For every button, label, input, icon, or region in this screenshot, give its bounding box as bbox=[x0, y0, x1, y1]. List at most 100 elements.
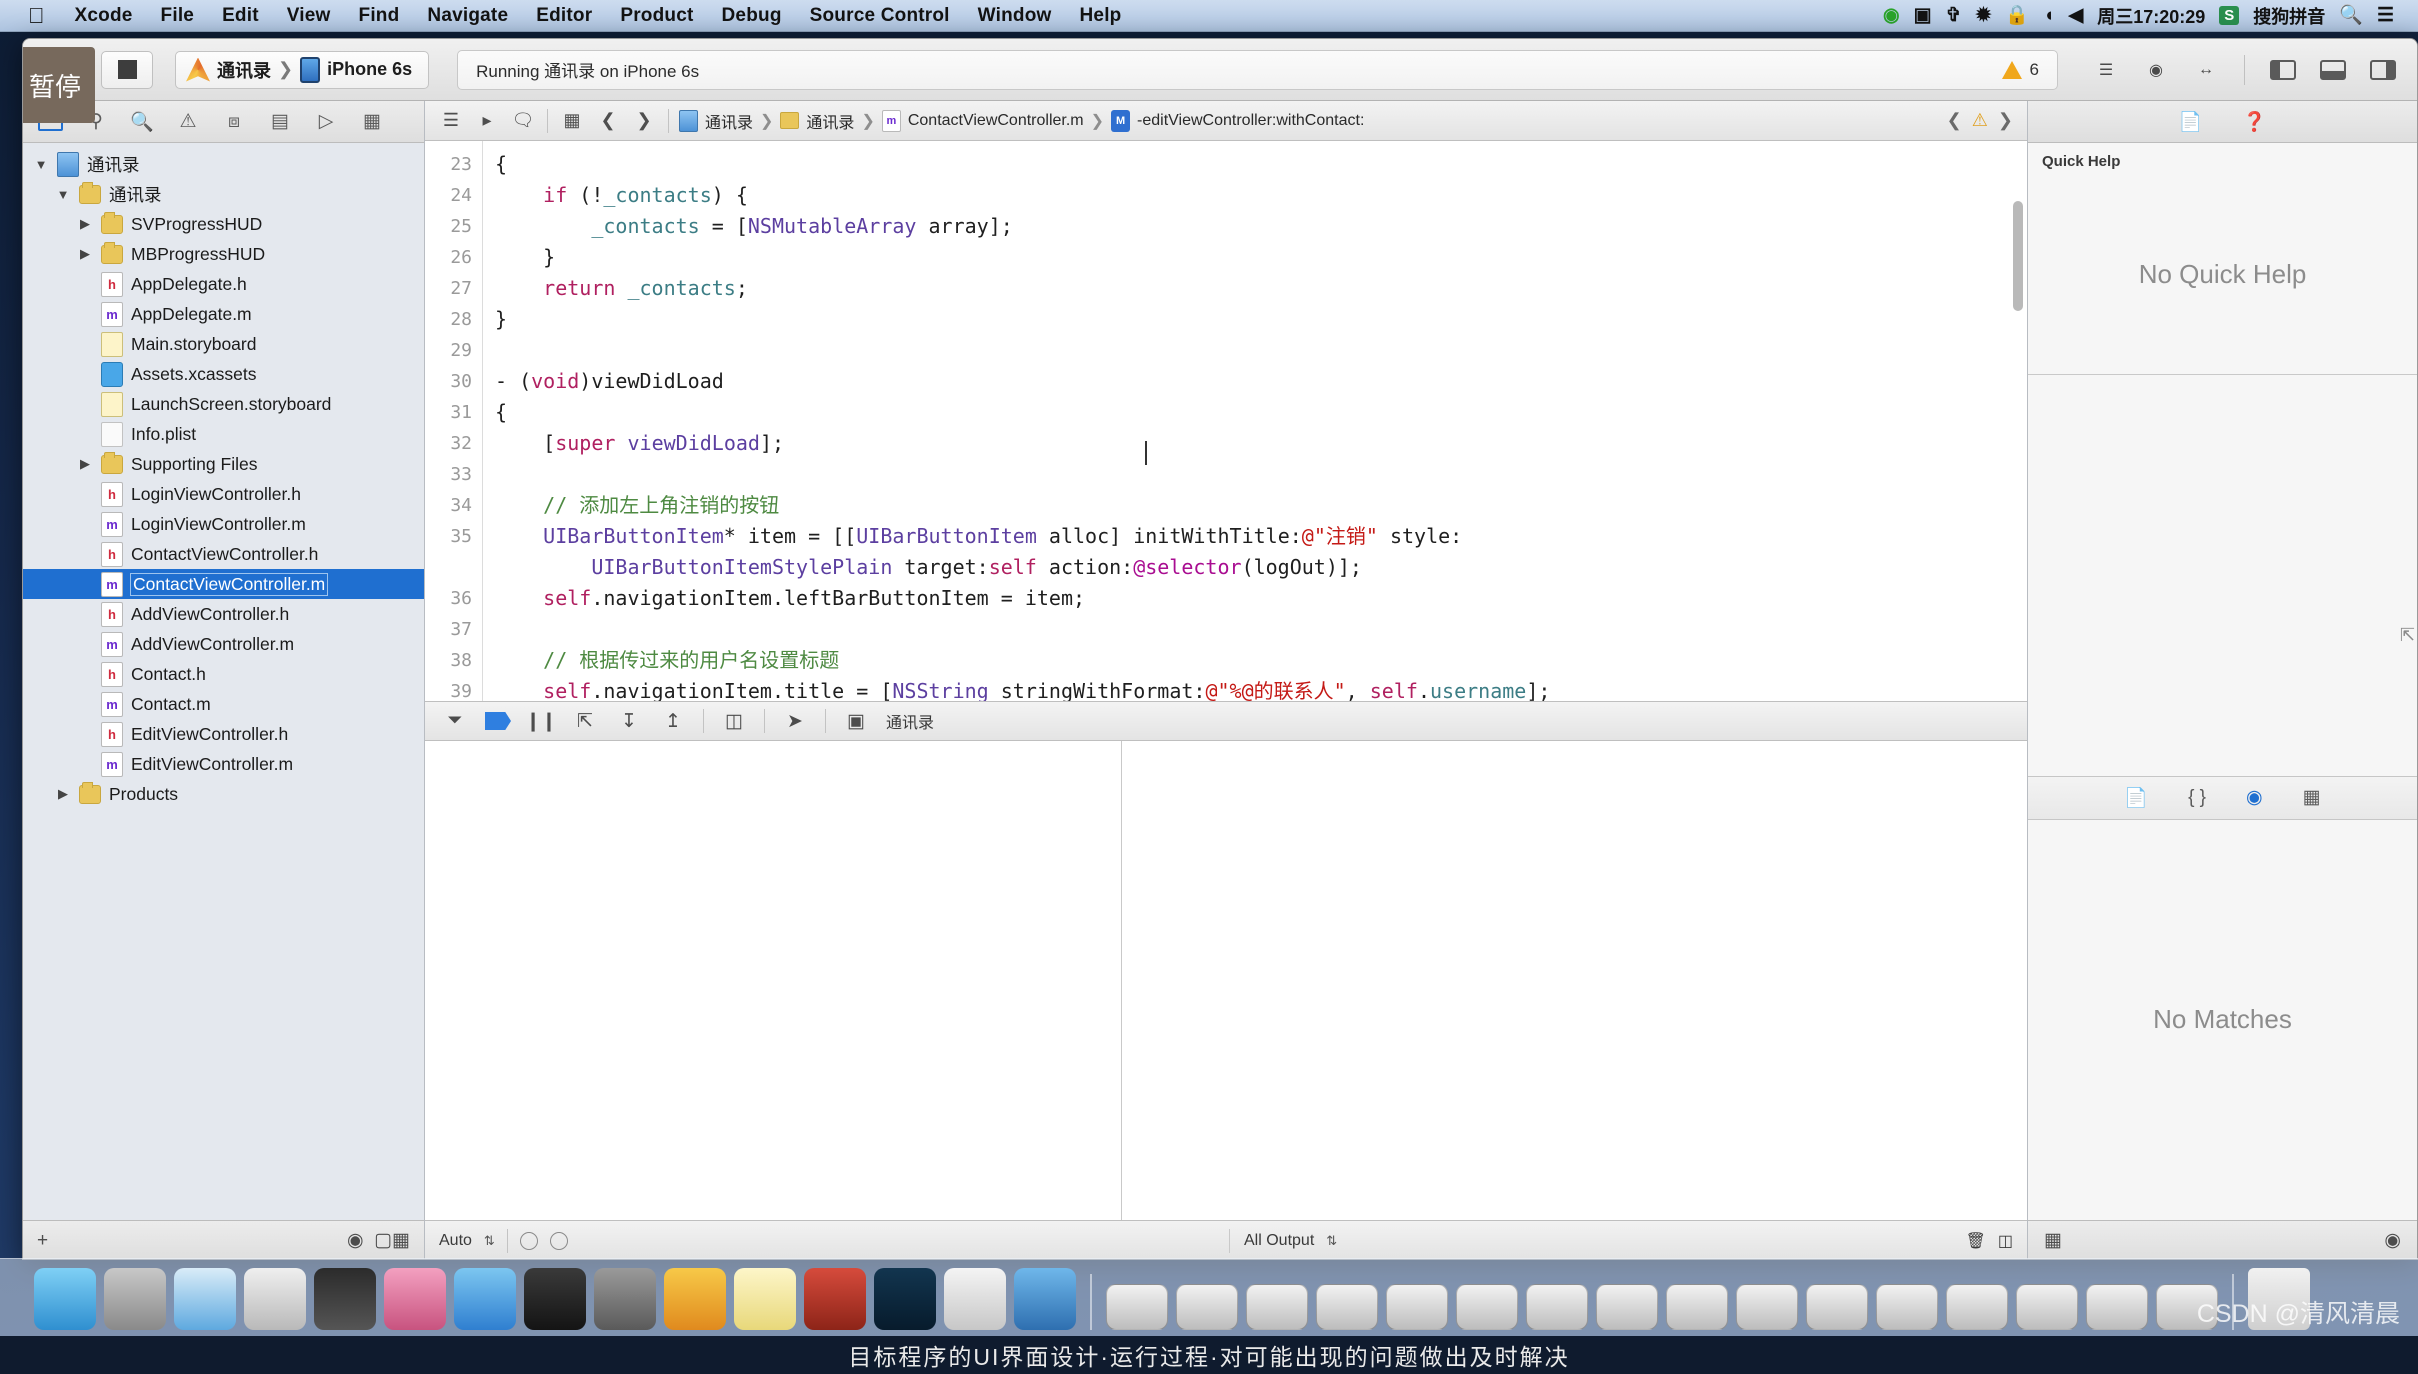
code-line[interactable]: self.navigationItem.title = [NSString st… bbox=[495, 676, 2027, 701]
screen-record-icon[interactable]: ▣ bbox=[1914, 6, 1932, 25]
file-tree-row[interactable]: h AddViewController.h bbox=[23, 599, 424, 629]
stop-button[interactable] bbox=[101, 50, 153, 89]
code-line[interactable]: [super viewDidLoad]; bbox=[495, 428, 2027, 459]
next-issue-icon[interactable]: ❯ bbox=[1998, 110, 2013, 131]
editor-scrollbar[interactable] bbox=[2013, 201, 2023, 311]
tab-issue-navigator[interactable]: ⚠ bbox=[165, 102, 211, 142]
menu-clock[interactable]: 周三17:20:29 bbox=[2097, 3, 2205, 29]
next-file-icon[interactable]: ❯ bbox=[626, 102, 662, 140]
file-tree-row[interactable]: h LoginViewController.h bbox=[23, 479, 424, 509]
tab-code-snippet-library[interactable]: { } bbox=[2188, 787, 2206, 809]
dock-item-preview[interactable] bbox=[944, 1268, 1006, 1330]
file-tree-row[interactable]: ▶ Supporting Files bbox=[23, 449, 424, 479]
code-line[interactable]: // 根据传过来的用户名设置标题 bbox=[495, 645, 2027, 676]
library-grid-icon[interactable]: ▦ bbox=[2044, 1229, 2062, 1252]
code-line[interactable]: - (void)viewDidLoad bbox=[495, 366, 2027, 397]
spotlight-search-icon[interactable]: 🔍 bbox=[2339, 6, 2363, 25]
input-method-label[interactable]: 搜狗拼音 bbox=[2253, 3, 2325, 29]
warning-badge[interactable]: 6 bbox=[1992, 56, 2049, 84]
file-tree-row[interactable]: ▶ SVProgressHUD bbox=[23, 209, 424, 239]
code-line[interactable]: UIBarButtonItemStylePlain target:self ac… bbox=[495, 552, 2027, 583]
project-file-tree[interactable]: ▼ 通讯录 ▼ 通讯录 ▶ SVProgressHUD ▶ MBProgressHUD h App… bbox=[23, 143, 424, 1220]
menu-item-edit[interactable]: Edit bbox=[208, 5, 273, 27]
dock-minimized-window[interactable] bbox=[1596, 1284, 1658, 1330]
file-tree-row[interactable]: ▶ Products bbox=[23, 779, 424, 809]
menu-item-source-control[interactable]: Source Control bbox=[796, 5, 964, 27]
console-view[interactable] bbox=[1122, 741, 2027, 1220]
dock-minimized-window[interactable] bbox=[1876, 1284, 1938, 1330]
location-simulate-icon[interactable]: ➤ bbox=[781, 708, 809, 734]
file-tree-row[interactable]: m ContactViewController.m bbox=[23, 569, 424, 599]
hide-debug-area-icon[interactable]: ⏷ bbox=[441, 708, 469, 734]
disclosure-triangle-icon[interactable]: ▶ bbox=[77, 456, 93, 472]
step-over-icon[interactable]: ⇱ bbox=[571, 708, 599, 734]
grid-toggle-icon[interactable]: ▦ bbox=[554, 102, 590, 140]
menu-item-product[interactable]: Product bbox=[606, 5, 707, 27]
file-tree-row[interactable]: m AppDelegate.m bbox=[23, 299, 424, 329]
tab-media-library[interactable]: ▦ bbox=[2303, 786, 2321, 809]
variable-scope-stepper[interactable]: ⇅ bbox=[484, 1233, 495, 1249]
navigator-filter-options[interactable]: ◉ ▢▦ bbox=[347, 1229, 410, 1252]
dock-minimized-window[interactable] bbox=[1526, 1284, 1588, 1330]
file-tree-row[interactable]: h EditViewController.h bbox=[23, 719, 424, 749]
code-line[interactable]: { bbox=[495, 397, 2027, 428]
previous-issue-icon[interactable]: ❮ bbox=[1947, 110, 1962, 131]
breadcrumb-group[interactable]: 通讯录 bbox=[776, 109, 858, 133]
menu-item-window[interactable]: Window bbox=[964, 5, 1066, 27]
file-tree-row[interactable]: h ContactViewController.h bbox=[23, 539, 424, 569]
code-line[interactable]: if (!_contacts) { bbox=[495, 180, 2027, 211]
flash-icon[interactable]: ◉ bbox=[1883, 6, 1900, 25]
dock-minimized-window[interactable] bbox=[1736, 1284, 1798, 1330]
bluetooth-icon[interactable]: ✹ bbox=[1976, 6, 1992, 25]
tab-test-navigator[interactable]: ⧈ bbox=[211, 102, 257, 142]
previous-file-icon[interactable]: ❮ bbox=[590, 102, 626, 140]
disclosure-triangle-icon[interactable]: ▶ bbox=[77, 246, 93, 262]
dock-item-dictionary[interactable] bbox=[804, 1268, 866, 1330]
dock-minimized-window[interactable] bbox=[1106, 1284, 1168, 1330]
disclosure-triangle-icon[interactable]: ▼ bbox=[55, 187, 71, 202]
file-tree-row[interactable]: m EditViewController.m bbox=[23, 749, 424, 779]
breadcrumb-method[interactable]: M -editViewController:withContact: bbox=[1107, 109, 1368, 132]
dock-item-terminal[interactable] bbox=[524, 1268, 586, 1330]
dock-minimized-window[interactable] bbox=[2016, 1284, 2078, 1330]
menu-item-navigate[interactable]: Navigate bbox=[413, 5, 522, 27]
step-out-icon[interactable]: ↥ bbox=[659, 708, 687, 734]
file-tree-row[interactable]: Assets.xcassets bbox=[23, 359, 424, 389]
file-tree-row[interactable]: Info.plist bbox=[23, 419, 424, 449]
code-line[interactable]: // 添加左上角注销的按钮 bbox=[495, 490, 2027, 521]
tab-find-navigator[interactable]: 🔍 bbox=[119, 102, 165, 142]
wifi-icon[interactable]: ◖ bbox=[2043, 6, 2054, 25]
step-into-icon[interactable]: ↧ bbox=[615, 708, 643, 734]
assistant-editor-button[interactable]: ◉ bbox=[2136, 54, 2176, 86]
file-tree-row[interactable]: h Contact.h bbox=[23, 659, 424, 689]
code-line[interactable] bbox=[495, 459, 2027, 490]
file-tree-row[interactable]: h AppDelegate.h bbox=[23, 269, 424, 299]
tab-file-inspector[interactable]: 📄 bbox=[2179, 110, 2203, 134]
file-tree-row[interactable]: Main.storyboard bbox=[23, 329, 424, 359]
variable-scope-label[interactable]: Auto bbox=[439, 1232, 472, 1250]
disclosure-triangle-icon[interactable]: ▶ bbox=[55, 786, 71, 802]
file-tree-row[interactable]: m Contact.m bbox=[23, 689, 424, 719]
dock-item-xcode[interactable] bbox=[1014, 1268, 1076, 1330]
library-filter-icon[interactable]: ◉ bbox=[2384, 1229, 2401, 1252]
disclosure-triangle-icon[interactable]: ▼ bbox=[33, 157, 49, 172]
code-line[interactable]: return _contacts; bbox=[495, 273, 2027, 304]
tab-file-template-library[interactable]: 📄 bbox=[2124, 786, 2148, 810]
sogou-badge-icon[interactable]: S bbox=[2219, 6, 2240, 25]
clear-console-icon[interactable]: 🗑 bbox=[1966, 1231, 1986, 1251]
dock-item-notes[interactable] bbox=[734, 1268, 796, 1330]
file-tree-row[interactable]: m LoginViewController.m bbox=[23, 509, 424, 539]
file-tree-row[interactable]: m AddViewController.m bbox=[23, 629, 424, 659]
airplay-icon[interactable]: ✞ bbox=[1946, 6, 1962, 25]
source-code-editor[interactable]: 23 24 25 26 27 28 29 30 31 32 33 34 35 36 37 38 39 { if … bbox=[425, 141, 2027, 701]
dock-minimized-window[interactable] bbox=[1316, 1284, 1378, 1330]
version-editor-button[interactable]: ↔ bbox=[2186, 54, 2226, 86]
utilities-toggle-button[interactable] bbox=[2363, 54, 2403, 86]
comment-marker-icon[interactable]: ▸ bbox=[469, 102, 505, 140]
navigator-toggle-button[interactable] bbox=[2263, 54, 2303, 86]
window-resize-grip[interactable]: ⇱ bbox=[2400, 625, 2415, 646]
dock-minimized-window[interactable] bbox=[1806, 1284, 1868, 1330]
file-tree-row[interactable]: ▼ 通讯录 bbox=[23, 179, 424, 209]
dock-item-safari[interactable] bbox=[174, 1268, 236, 1330]
warning-icon[interactable]: ⚠ bbox=[1972, 110, 1988, 131]
